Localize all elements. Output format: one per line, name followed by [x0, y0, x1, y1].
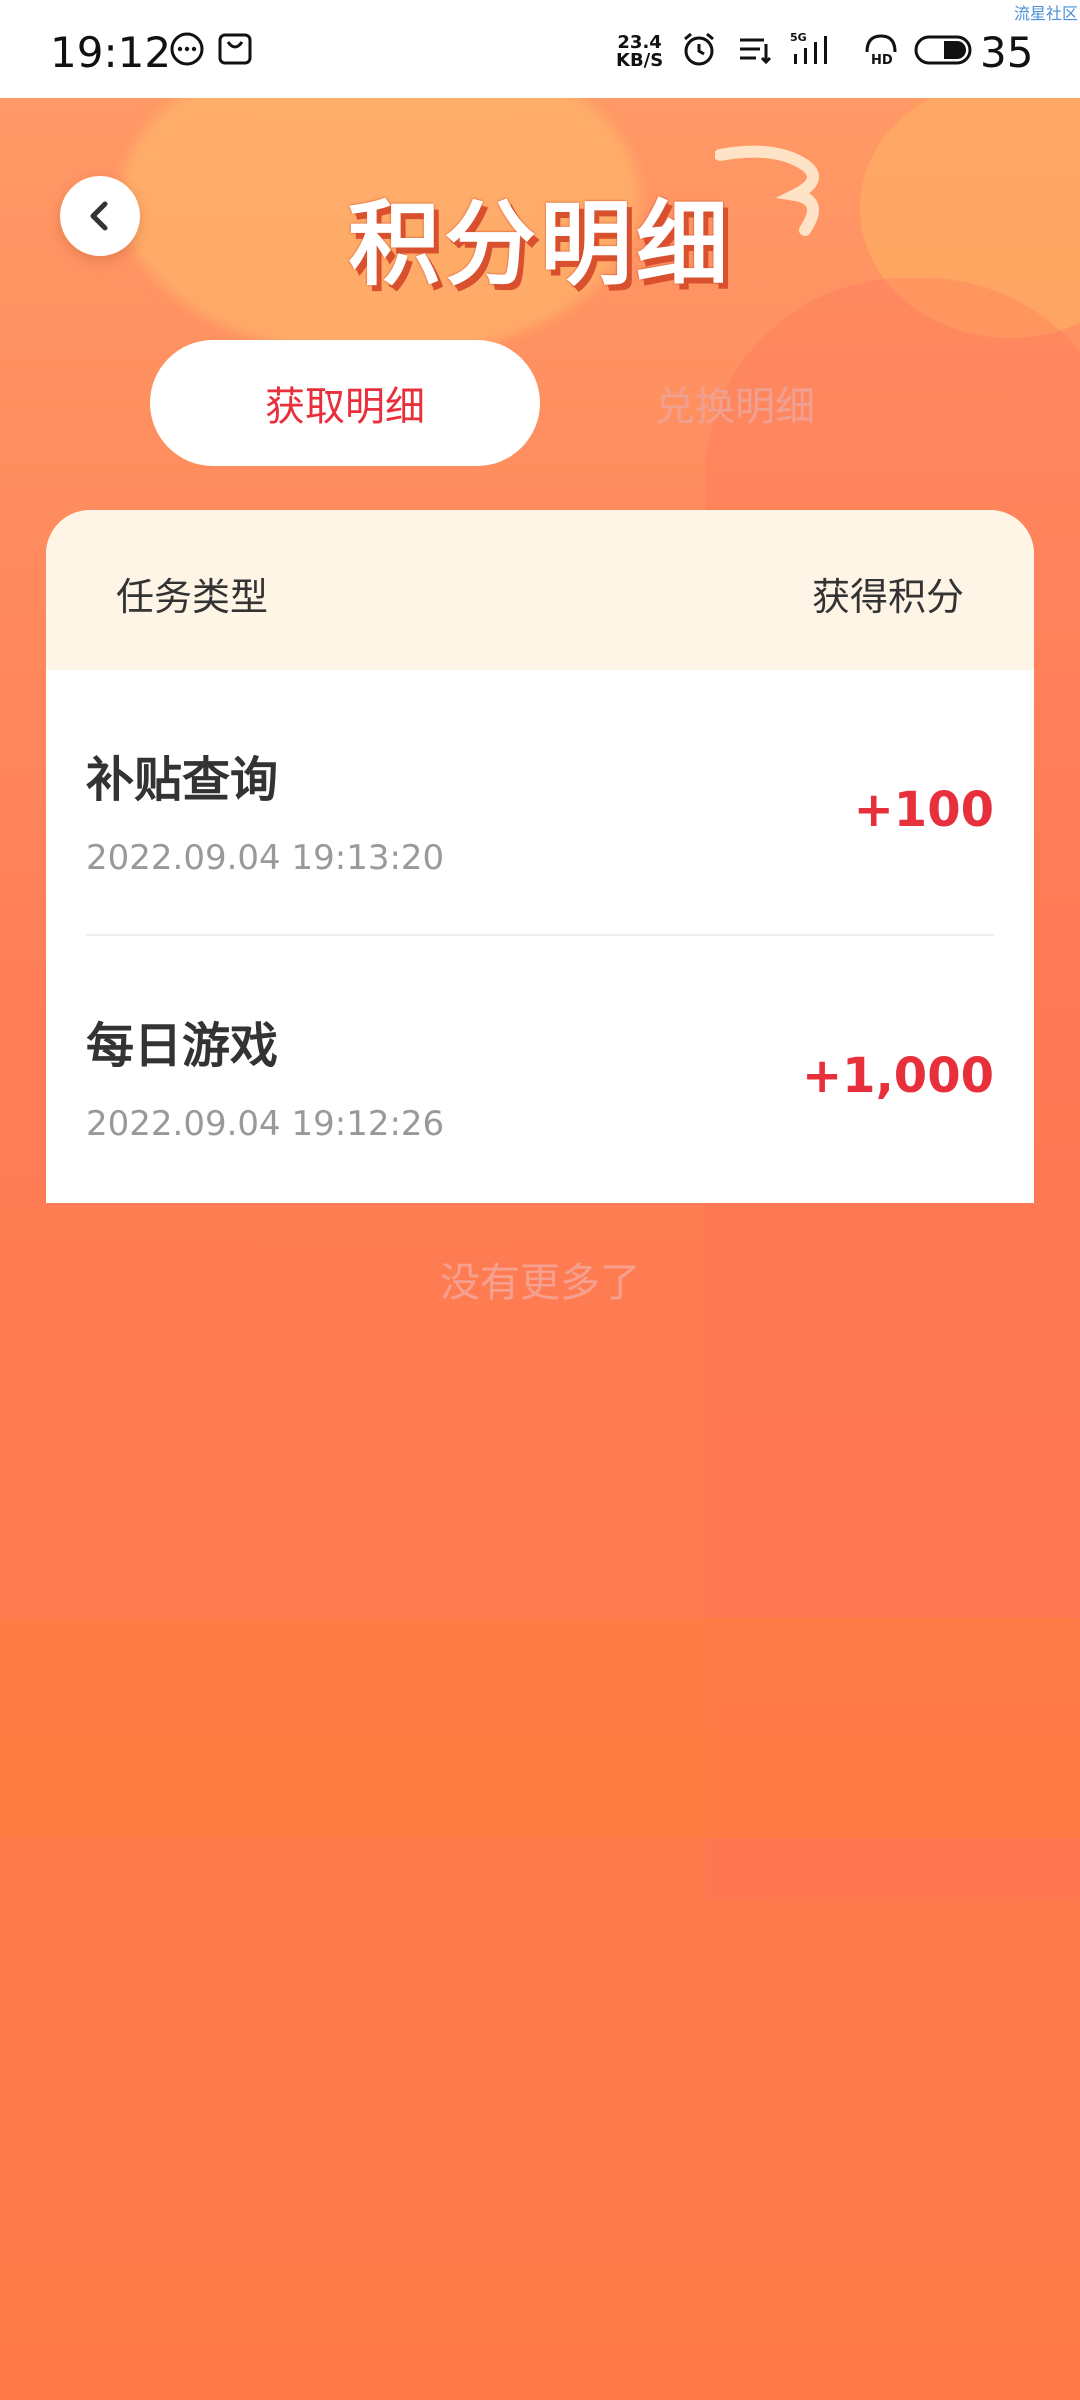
status-time: 19:12	[50, 28, 172, 77]
net-speed-unit: KB/S	[616, 50, 664, 71]
message-icon	[168, 30, 206, 68]
watermark-text: 流星社区	[1013, 4, 1078, 23]
battery-icon	[914, 30, 974, 68]
tab-earn-details[interactable]: 获取明细	[150, 340, 540, 466]
alarm-icon	[680, 30, 718, 68]
page-background	[0, 98, 1080, 2400]
column-points-earned: 获得积分	[811, 575, 964, 619]
data-transfer-icon	[736, 30, 774, 68]
task-time: 2022.09.04 19:13:20	[86, 838, 445, 878]
no-more-text: 没有更多了	[440, 1260, 640, 1306]
task-points: +1,000	[801, 1048, 994, 1104]
task-title: 补贴查询	[86, 752, 279, 808]
table-row: 每日游戏 2022.09.04 19:12:26 +1,000	[46, 936, 1034, 1202]
decor-band	[0, 1618, 1080, 1838]
swirl-decoration-icon	[715, 145, 819, 236]
hd-headphone-icon: HD	[862, 30, 900, 68]
signal-5g-icon: 5G	[790, 30, 828, 68]
page-title: 积分明细	[347, 191, 732, 298]
battery-level: 35	[980, 28, 1034, 77]
table-row: 补贴查询 2022.09.04 19:13:20 +100	[46, 670, 1034, 936]
status-bar: 19:12 23.4 KB/S 5G HD 35 流星社区	[0, 0, 1080, 98]
task-time: 2022.09.04 19:12:26	[86, 1104, 445, 1144]
column-task-type: 任务类型	[116, 575, 269, 619]
tab-redeem-details[interactable]: 兑换明细	[540, 340, 930, 466]
svg-text:HD: HD	[871, 53, 893, 68]
task-title: 每日游戏	[86, 1018, 279, 1074]
table-header: 任务类型 获得积分	[46, 510, 1034, 670]
points-detail-card: 任务类型 获得积分 补贴查询 2022.09.04 19:13:20 +100 …	[46, 510, 1034, 1203]
shopping-bag-icon	[216, 30, 254, 68]
net-speed: 23.4 KB/S	[616, 34, 663, 70]
task-points: +100	[853, 782, 994, 838]
network-type-text: 5G	[790, 31, 807, 44]
